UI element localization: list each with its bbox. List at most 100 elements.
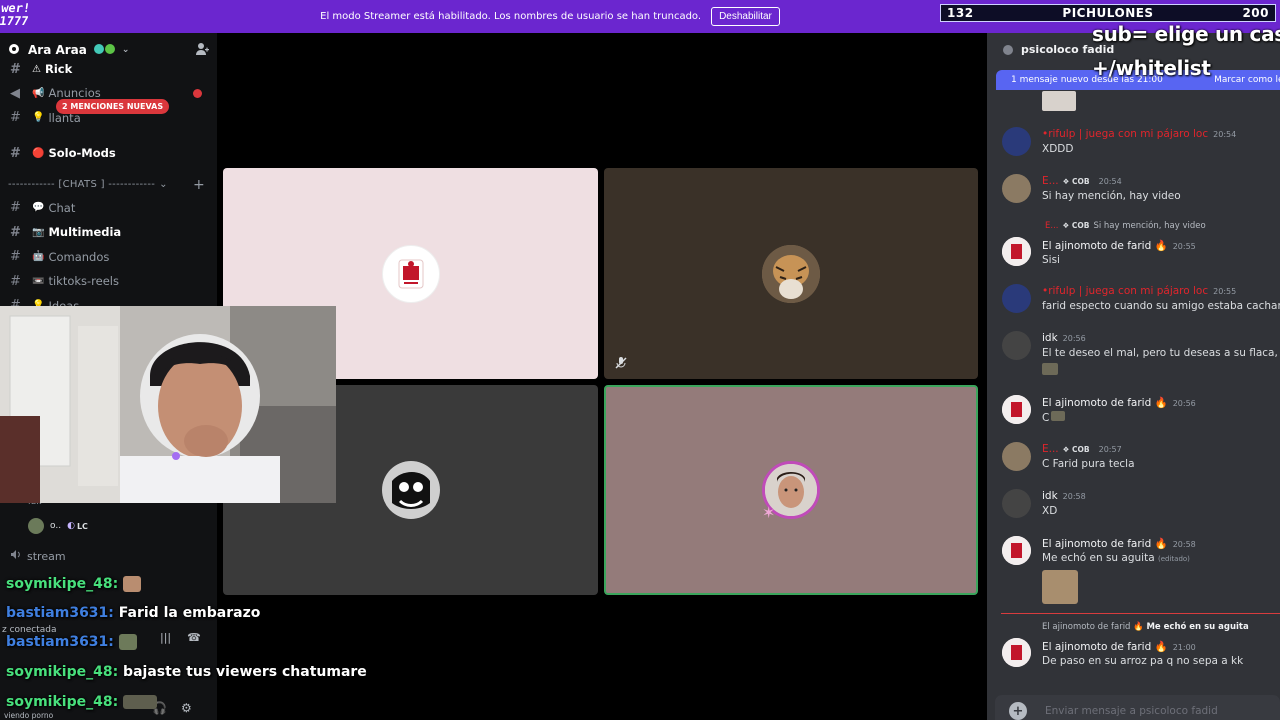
message-author[interactable]: •rifulp | juega con mi pájaro loc 20:55	[1042, 285, 1236, 297]
screen: El modo Streamer está habilitado. Los no…	[0, 0, 1280, 720]
chat-text: bajaste tus viewers chatumare	[123, 664, 367, 680]
chat-username: bastiam3631:	[6, 634, 114, 650]
avatar[interactable]	[1002, 395, 1031, 424]
hash-icon: #	[10, 200, 21, 216]
message-author[interactable]: idk 20:58	[1042, 490, 1086, 502]
muted-mic-icon	[614, 355, 628, 369]
message-text: C	[1042, 411, 1066, 424]
message-time: 20:54	[1213, 130, 1237, 139]
user-status: viendo porno	[4, 711, 54, 720]
input-placeholder: Enviar mensaje a psicoloco fadid	[1045, 705, 1218, 717]
server-icon	[8, 43, 22, 57]
twitch-chat-line: soymikipe_48:	[6, 576, 142, 592]
cob-label: COB	[1072, 445, 1090, 454]
channel-multimedia[interactable]: # 📷 Multimedia	[0, 220, 217, 245]
emote	[123, 695, 158, 709]
hash-icon: #	[10, 273, 21, 289]
hash-icon: #	[10, 224, 21, 240]
message-author[interactable]: E... ❖ COB 20:57	[1042, 443, 1122, 455]
emoji-icon: 📷	[32, 226, 45, 238]
channel-comandos[interactable]: # 🤖 Comandos	[0, 245, 217, 270]
message-text: C Farid pura tecla	[1042, 458, 1135, 470]
avatar	[28, 518, 44, 534]
reply-preview[interactable]: El ajinomoto de farid 🔥 Me echó en su ag…	[1042, 622, 1249, 632]
message-input[interactable]: + Enviar mensaje a psicoloco fadid	[995, 695, 1280, 720]
category-chats[interactable]: ------------ [CHATS ] ------------ ⌄ +	[0, 174, 217, 196]
gear-icon[interactable]: ⚙	[181, 701, 192, 715]
reply-text: Me echó en su aguita	[1146, 622, 1249, 632]
voice-tile-4-speaking[interactable]: ✶	[604, 385, 978, 595]
reply-preview[interactable]: E... ❖ COB Si hay mención, hay video	[1045, 221, 1206, 231]
message-author[interactable]: El ajinomoto de farid 🔥 20:55	[1042, 239, 1196, 252]
category-label: ------------ [CHATS ] ------------	[8, 179, 156, 190]
avatar[interactable]	[1002, 174, 1031, 203]
emoji-icon: 🤖	[32, 251, 45, 263]
channel-label: Rick	[44, 62, 73, 76]
avatar	[381, 461, 440, 519]
author-name: El ajinomoto de farid	[1042, 240, 1152, 252]
banner-text: El modo Streamer está habilitado. Los no…	[320, 11, 702, 22]
channel-rick[interactable]: # ⚠ Rick	[0, 57, 217, 81]
score-left: 132	[947, 6, 974, 20]
avatar[interactable]	[1002, 331, 1031, 360]
new-messages-divider	[1001, 613, 1280, 614]
voice-user-label: o..	[50, 521, 62, 531]
message-author[interactable]: El ajinomoto de farid 🔥 21:00	[1042, 640, 1196, 653]
avatar	[381, 244, 440, 303]
speech-bubble-icon	[1003, 44, 1013, 55]
avatar[interactable]	[1002, 638, 1031, 667]
voice-tile-2[interactable]	[604, 168, 978, 379]
image-attachment[interactable]	[1042, 570, 1078, 604]
message-time: 20:55	[1213, 287, 1237, 296]
mark-read-button[interactable]: Marcar como leí	[1214, 75, 1280, 85]
message-author[interactable]: El ajinomoto de farid 🔥 20:56	[1042, 396, 1196, 409]
add-channel-icon[interactable]: +	[193, 177, 205, 193]
message-author[interactable]: El ajinomoto de farid 🔥 20:58	[1042, 537, 1196, 550]
voice-channel-stream[interactable]: stream	[10, 549, 66, 563]
disable-streamer-mode-button[interactable]: Deshabilitar	[711, 7, 780, 26]
stream-logo: wer! 1777	[0, 2, 32, 28]
avatar[interactable]	[1002, 489, 1031, 518]
cob-label: COB	[1072, 177, 1090, 186]
stream-overlay-line1: sub= elige un castigo	[1092, 22, 1280, 46]
message-time: 20:55	[1172, 242, 1196, 251]
emoji-sticker	[1051, 411, 1066, 421]
emote	[123, 576, 142, 592]
avatar[interactable]	[1002, 536, 1031, 565]
avatar[interactable]	[1002, 237, 1031, 266]
emoji-icon: 💬	[32, 202, 45, 214]
channel-label: tiktoks-reels	[48, 274, 119, 289]
author-name: •rifulp | juega con mi pájaro loc	[1042, 285, 1209, 297]
voice-user-o[interactable]: o.. ◐ LC	[28, 518, 88, 534]
avatar[interactable]	[1002, 442, 1031, 471]
new-mentions-pill[interactable]: 2 MENCIONES NUEVAS	[56, 99, 170, 114]
message-author[interactable]: •rifulp | juega con mi pájaro loc 20:54	[1042, 128, 1236, 140]
edited-label: (editado)	[1158, 555, 1190, 563]
image-attachment[interactable]	[1042, 91, 1076, 111]
author-name: El ajinomoto de farid	[1042, 641, 1152, 653]
chat-username: soymikipe_48:	[6, 576, 119, 592]
add-member-icon[interactable]	[195, 42, 209, 59]
author-name: El ajinomoto de farid	[1042, 538, 1152, 550]
megaphone-icon: ◀	[10, 85, 20, 101]
fire-icon: 🔥	[1154, 397, 1168, 409]
twitch-chat-line: bastiam3631:	[6, 634, 137, 650]
score-bar: 132 PICHULONES 200	[940, 4, 1276, 22]
add-attachment-icon[interactable]: +	[1009, 702, 1027, 720]
message-text-value: C	[1042, 412, 1050, 424]
hash-icon: #	[10, 110, 21, 126]
message-author[interactable]: idk 20:56	[1042, 332, 1086, 344]
server-name: Ara Araa	[28, 43, 87, 57]
soundboard-icon[interactable]: |||	[160, 631, 171, 644]
message-author[interactable]: E... ❖ COB 20:54	[1042, 175, 1122, 187]
channel-solo-mods[interactable]: # 🔴 Solo-Mods	[0, 141, 217, 166]
disconnect-icon[interactable]: ☎	[187, 631, 201, 644]
avatar[interactable]	[1002, 127, 1031, 156]
chevron-down-icon[interactable]: ⌄	[122, 45, 130, 55]
streamer-webcam	[0, 306, 336, 503]
channel-tiktoks-reels[interactable]: # 📼 tiktoks-reels	[0, 269, 217, 294]
avatar	[762, 244, 820, 303]
channel-chat[interactable]: # 💬 Chat	[0, 196, 217, 221]
emote	[118, 634, 137, 650]
avatar[interactable]	[1002, 284, 1031, 313]
